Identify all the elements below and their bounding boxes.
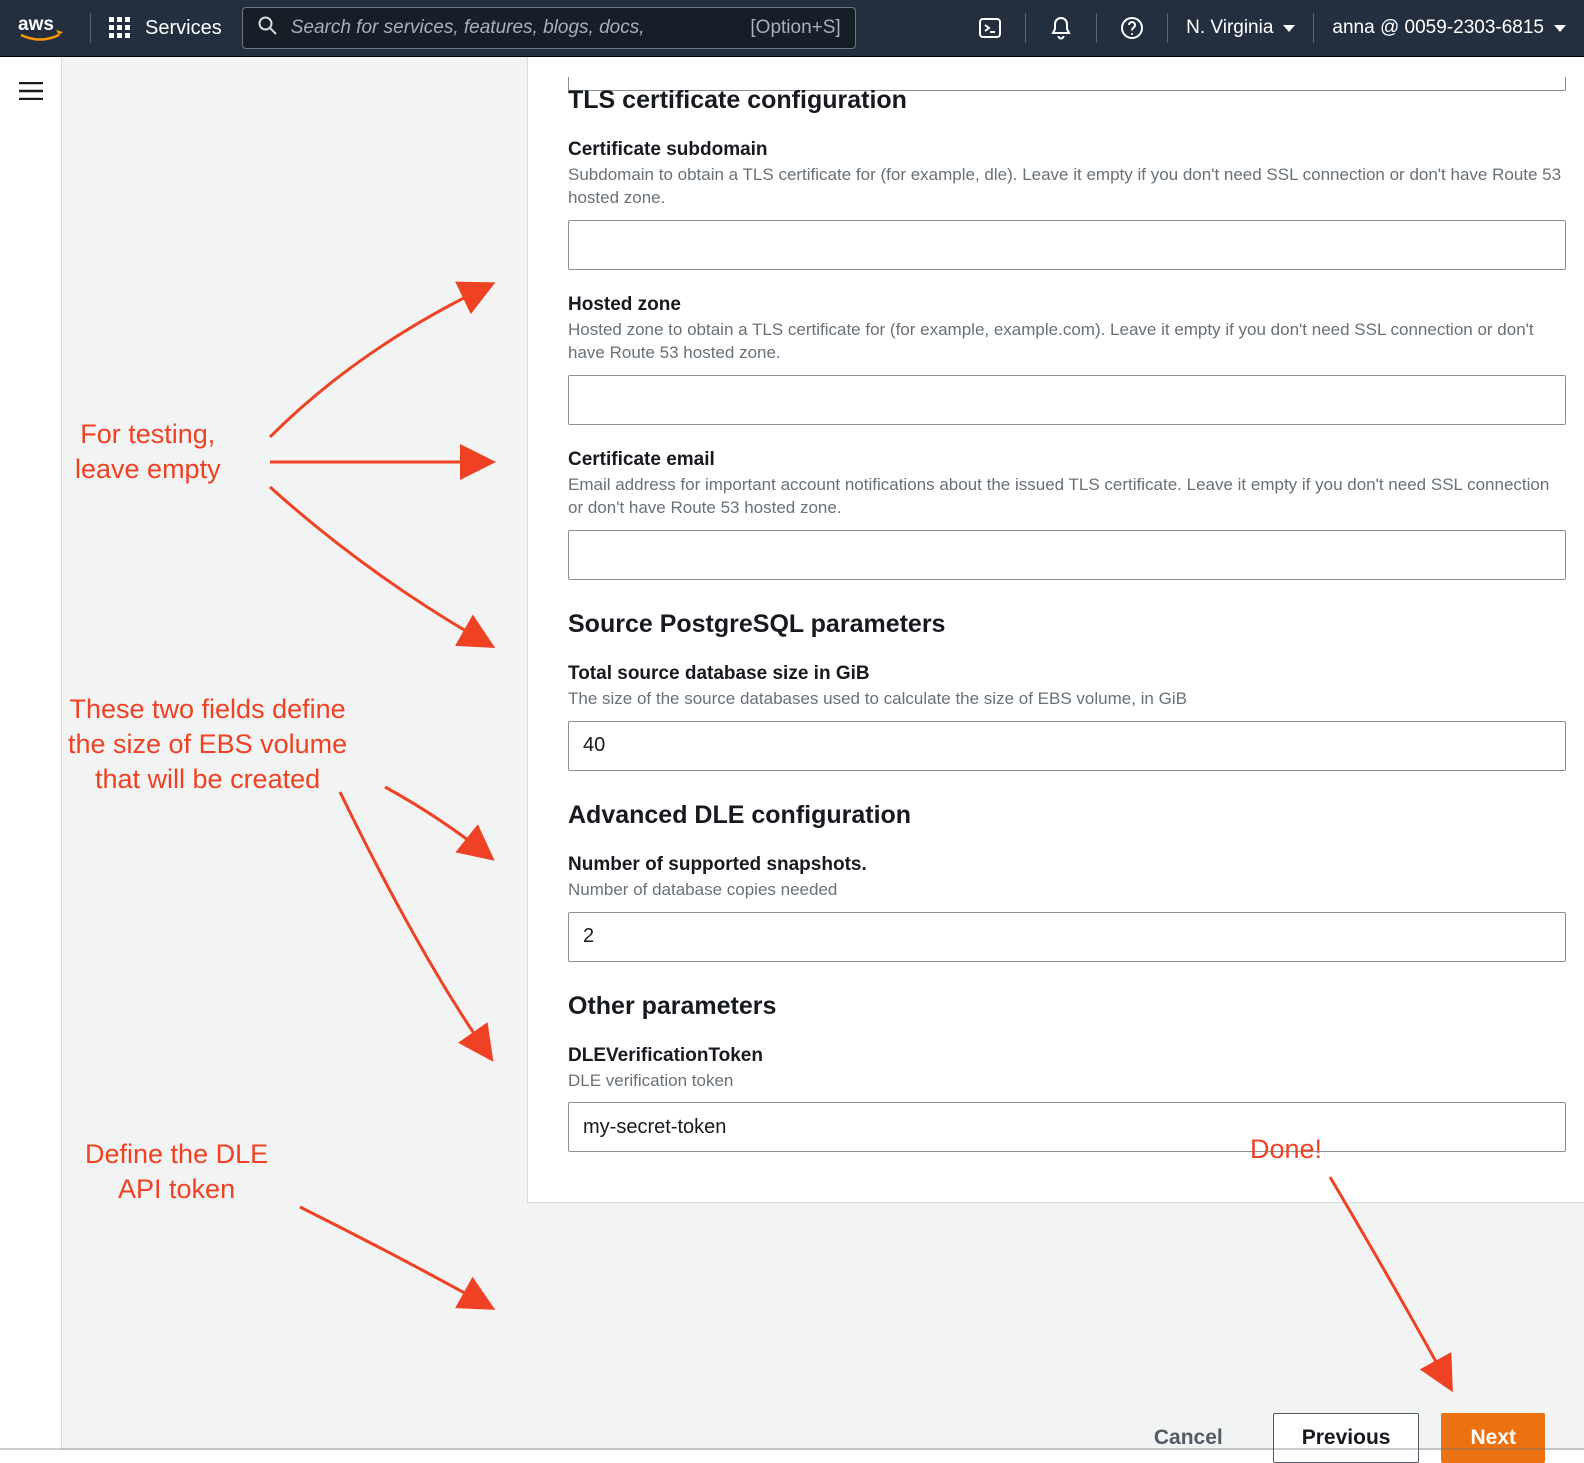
other-section-heading: Other parameters <box>568 992 1566 1021</box>
search-icon <box>257 15 277 41</box>
aws-logo[interactable]: aws <box>18 12 72 44</box>
cert-subdomain-input[interactable] <box>568 220 1566 270</box>
db-size-field: Total source database size in GiB The si… <box>568 663 1566 771</box>
pg-section-heading: Source PostgreSQL parameters <box>568 610 1566 639</box>
tls-section-heading: TLS certificate configuration <box>568 86 1566 115</box>
db-size-input[interactable] <box>568 721 1566 771</box>
token-field: DLEVerificationToken DLE verification to… <box>568 1045 1566 1153</box>
cancel-button[interactable]: Cancel <box>1126 1413 1251 1463</box>
cert-email-field: Certificate email Email address for impo… <box>568 449 1566 580</box>
grid-icon <box>109 17 131 39</box>
search-input[interactable] <box>289 16 739 40</box>
search-kbd-hint: [Option+S] <box>750 17 840 39</box>
left-rail <box>0 57 62 1450</box>
global-search[interactable]: [Option+S] <box>242 7 856 49</box>
svg-text:aws: aws <box>18 14 54 35</box>
token-input[interactable] <box>568 1102 1566 1152</box>
hosted-zone-field: Hosted zone Hosted zone to obtain a TLS … <box>568 294 1566 425</box>
snapshots-field: Number of supported snapshots. Number of… <box>568 854 1566 962</box>
next-button[interactable]: Next <box>1441 1413 1545 1463</box>
adv-section-heading: Advanced DLE configuration <box>568 801 1566 830</box>
chevron-down-icon <box>1554 25 1566 32</box>
region-label: N. Virginia <box>1186 17 1273 39</box>
account-label: anna @ 0059-2303-6815 <box>1332 17 1544 39</box>
notifications-button[interactable] <box>1044 11 1078 45</box>
top-nav: aws Services [Option+S] <box>0 0 1584 57</box>
account-menu[interactable]: anna @ 0059-2303-6815 <box>1332 17 1566 39</box>
services-label: Services <box>145 17 222 40</box>
cloudshell-button[interactable] <box>973 11 1007 45</box>
cert-email-input[interactable] <box>568 530 1566 580</box>
services-menu[interactable]: Services <box>109 17 222 40</box>
region-selector[interactable]: N. Virginia <box>1186 17 1295 39</box>
open-side-nav-button[interactable] <box>19 82 43 100</box>
cert-subdomain-field: Certificate subdomain Subdomain to obtai… <box>568 139 1566 270</box>
previous-button[interactable]: Previous <box>1273 1413 1420 1463</box>
chevron-down-icon <box>1283 25 1295 32</box>
hosted-zone-input[interactable] <box>568 375 1566 425</box>
wizard-footer: Cancel Previous Next <box>527 1413 1545 1463</box>
help-button[interactable] <box>1115 11 1149 45</box>
snapshots-input[interactable] <box>568 912 1566 962</box>
parameters-panel: TLS certificate configuration Certificat… <box>527 57 1584 1203</box>
